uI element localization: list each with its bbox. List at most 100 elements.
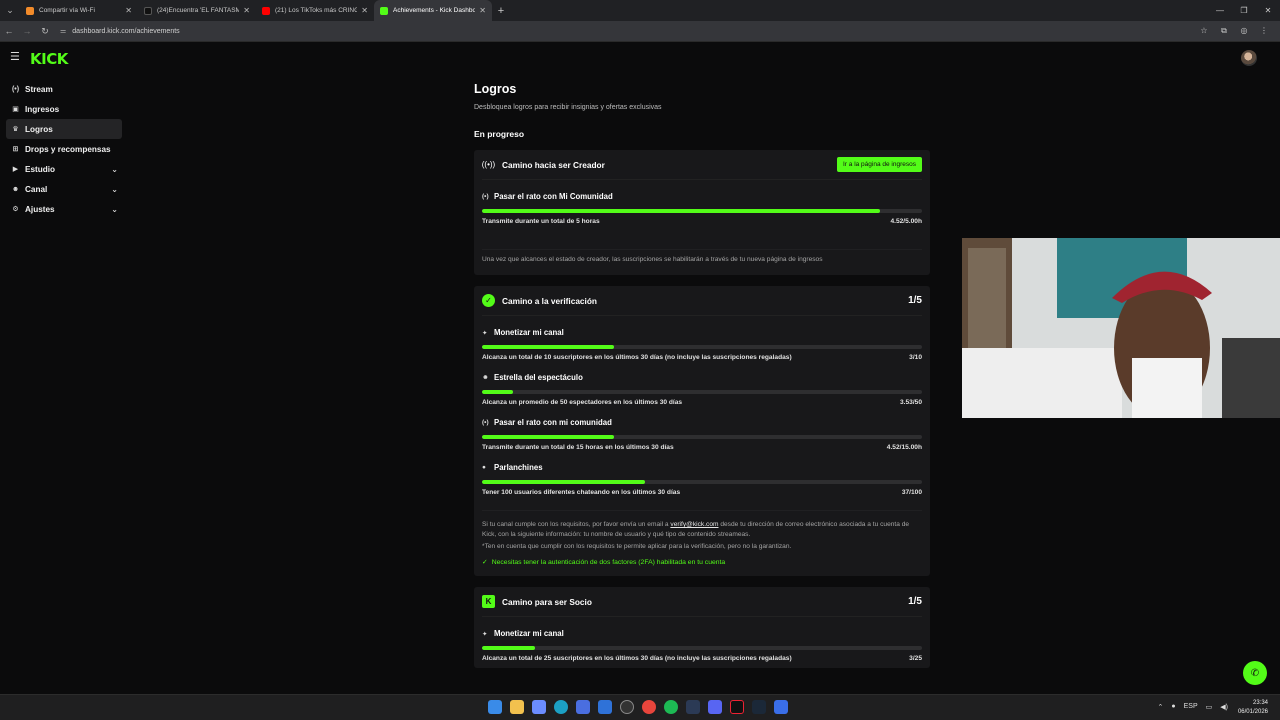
tab-search-icon[interactable]: ⌄ [0, 0, 20, 21]
sidebar-item-stream[interactable]: (•) Stream [6, 79, 122, 99]
tiktok-icon [144, 6, 152, 15]
webcam-overlay [962, 238, 1280, 418]
forward-icon[interactable]: → [18, 26, 36, 36]
sparkle-icon: ✦ [482, 630, 488, 638]
browser-tabbar: ⌄ Compartir vía Wi-Fi ✕ (24)Encuentra 'EL… [0, 0, 1280, 21]
revenue-page-button[interactable]: Ir a la página de ingresos [837, 157, 922, 172]
browser-tab[interactable]: Compartir vía Wi-Fi ✕ [20, 0, 138, 21]
progress-value: 3/10 [909, 354, 922, 361]
language-indicator[interactable]: ESP [1184, 703, 1198, 711]
vlc-icon [26, 6, 34, 15]
browser-tab[interactable]: (24)Encuentra 'EL FANTASMA D✕ [138, 0, 256, 21]
card-header: K Camino para ser Socio 1/5 [482, 587, 922, 617]
top-nav: ☰ KICK [0, 42, 1280, 74]
sidebar: (•) Stream ▣ Ingresos ♛ Logros ⊞ Drops y rec… [6, 79, 122, 219]
os-taskbar: ⌃ ● ESP ▭ ◀) 23:34 06/01/2026 [0, 694, 1280, 720]
progress-bar [482, 390, 922, 394]
address-bar: ← → ↻ ⚌ dashboard.kick.com/achievements … [0, 21, 1280, 42]
progress-count: 1/5 [908, 596, 922, 607]
back-icon[interactable]: ← [0, 26, 18, 36]
close-icon[interactable]: ✕ [243, 6, 250, 15]
obs-icon[interactable] [620, 700, 634, 714]
extensions-icon[interactable]: ⧉ [1214, 26, 1234, 36]
sidebar-item-ingresos[interactable]: ▣ Ingresos [6, 99, 122, 119]
sidebar-item-logros[interactable]: ♛ Logros [6, 119, 122, 139]
task-item: ☻ Estrella del espectáculo Alcanza un pro… [482, 373, 922, 406]
progress-value: 3.53/50 [900, 399, 922, 406]
browser-tab[interactable]: (21) Los TikToks más CRINGE M✕ [256, 0, 374, 21]
sidebar-item-estudio[interactable]: ▶ Estudio ⌄ [6, 159, 122, 179]
verification-note: Si tu canal cumple con los requisitos, p… [482, 521, 910, 538]
kick-logo[interactable]: KICK [30, 50, 68, 68]
task-item: (•) Pasar el rato con mi comunidad Transm… [482, 418, 922, 451]
browser-tab-active[interactable]: Achievements - Kick Dashboard✕ [374, 0, 492, 21]
progress-value: 4.52/15.00h [886, 444, 922, 451]
taskbar-clock[interactable]: 23:34 06/01/2026 [1238, 699, 1268, 717]
disclaimer-note: *Ten en cuenta que cumplir con los requi… [482, 543, 792, 550]
reload-icon[interactable]: ↻ [36, 26, 54, 37]
new-tab-button[interactable]: + [492, 5, 510, 17]
close-icon[interactable]: ✕ [125, 6, 132, 15]
minimize-icon[interactable]: — [1208, 0, 1232, 21]
card-header: ((•)) Camino hacia ser Creador Ir a la p… [482, 150, 922, 180]
chat-support-button[interactable]: ✆ [1243, 661, 1267, 685]
tiktok-icon[interactable] [730, 700, 744, 714]
mic-icon[interactable]: ● [1171, 703, 1175, 711]
sidebar-item-canal[interactable]: ☻ Canal ⌄ [6, 179, 122, 199]
maximize-icon[interactable]: ❐ [1232, 0, 1256, 21]
roblox-icon[interactable] [774, 700, 788, 714]
app-icon[interactable] [686, 700, 700, 714]
close-icon[interactable]: ✕ [361, 6, 368, 15]
progress-bar [482, 480, 922, 484]
achievement-card-socio: K Camino para ser Socio 1/5 ✦ Monetizar m… [474, 587, 930, 668]
task-item: ● Parlanchines Tener 100 usuarios diferen… [482, 463, 922, 496]
chevron-up-icon[interactable]: ⌃ [1158, 703, 1164, 711]
achievement-card-verificacion: ✓ Camino a la verificación 1/5 ✦ Monetiza… [474, 286, 930, 576]
url-field[interactable]: ⚌ dashboard.kick.com/achievements [60, 24, 1190, 38]
broadcast-icon: (•) [482, 193, 489, 200]
section-title: En progreso [474, 129, 525, 139]
store-icon[interactable] [576, 700, 590, 714]
sparkle-icon: ✦ [482, 329, 488, 337]
close-icon[interactable]: ✕ [479, 6, 486, 15]
avatar[interactable] [1241, 50, 1257, 66]
bookmark-star-icon[interactable]: ☆ [1194, 26, 1214, 36]
users-icon: ☻ [11, 185, 20, 193]
file-explorer-icon[interactable] [510, 700, 524, 714]
task-item: ✦ Monetizar mi canal Alcanza un total de … [482, 629, 922, 662]
spotify-icon[interactable] [664, 700, 678, 714]
window-controls: — ❐ ✕ [1208, 0, 1280, 21]
sidebar-item-ajustes[interactable]: ⚙ Ajustes ⌄ [6, 199, 122, 219]
steam-icon[interactable] [752, 700, 766, 714]
2fa-requirement: ✓ Necesitas tener la autenticación de dos… [482, 559, 726, 566]
chrome-icon[interactable] [642, 700, 656, 714]
windows-start-icon[interactable] [488, 700, 502, 714]
sidebar-item-drops[interactable]: ⊞ Drops y recompensas [6, 139, 122, 159]
system-tray: ⌃ ● ESP ▭ ◀) [1150, 703, 1228, 711]
profile-icon[interactable]: ◎ [1234, 26, 1254, 36]
mail-icon[interactable] [598, 700, 612, 714]
task-item: ✦ Monetizar mi canal Alcanza un total de … [482, 328, 922, 361]
broadcast-icon: ((•)) [481, 160, 496, 169]
volume-icon[interactable]: ◀) [1220, 703, 1228, 711]
close-window-icon[interactable]: ✕ [1256, 0, 1280, 21]
chevron-down-icon: ⌄ [111, 184, 118, 194]
youtube-icon [262, 6, 270, 15]
discord-icon[interactable] [708, 700, 722, 714]
kick-icon [380, 6, 388, 15]
card-header: ✓ Camino a la verificación 1/5 [482, 286, 922, 316]
verify-email-link[interactable]: verify@kick.com [670, 521, 718, 528]
task-item: (•) Pasar el rato con Mi Comunidad Transm… [482, 192, 922, 225]
site-info-icon[interactable]: ⚌ [60, 27, 66, 35]
network-icon[interactable]: ▭ [1206, 703, 1213, 711]
progress-bar [482, 646, 922, 650]
page-subtitle: Desbloquea logros para recibir insignias… [474, 104, 662, 111]
progress-count: 1/5 [908, 295, 922, 306]
edge-icon[interactable] [554, 700, 568, 714]
achievements-main: Logros Desbloquea logros para recibir in… [474, 82, 930, 668]
progress-value: 4.52/5.00h [890, 218, 922, 225]
menu-dots-icon[interactable]: ⋮ [1254, 26, 1274, 36]
progress-value: 3/25 [909, 655, 922, 662]
menu-icon[interactable]: ☰ [10, 52, 22, 63]
copilot-icon[interactable] [532, 700, 546, 714]
